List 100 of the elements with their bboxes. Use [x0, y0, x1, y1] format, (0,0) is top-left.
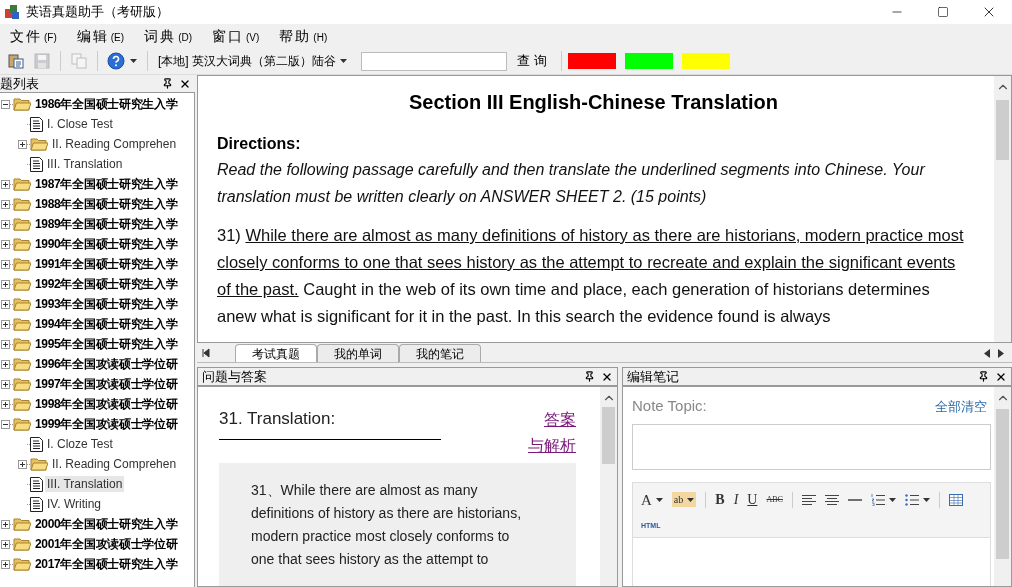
tree-item[interactable]: 1994年全国硕士研究生入学 [33, 316, 180, 332]
strikethrough-button[interactable]: ABC [766, 493, 783, 506]
expand-toggle[interactable] [1, 179, 10, 189]
expand-toggle[interactable] [1, 399, 10, 409]
tree-item[interactable]: 1996年全国攻读硕士学位研 [33, 356, 180, 372]
tree-item[interactable]: 2001年全国攻读硕士学位研 [33, 536, 180, 552]
table-icon[interactable] [948, 493, 963, 506]
tab[interactable]: 我的笔记 [399, 344, 481, 362]
tree-item[interactable]: 1999年全国攻读硕士学位研 [33, 416, 180, 432]
align-left-icon[interactable] [801, 494, 816, 505]
answer-line: 31. Translation: [219, 407, 441, 440]
horizontal-rule-icon[interactable] [847, 498, 862, 501]
tree-item[interactable]: 1991年全国硕士研究生入学 [33, 256, 180, 272]
tree-item[interactable]: I. Close Test [45, 116, 115, 132]
next-icon[interactable] [998, 349, 1004, 358]
menu-item[interactable]: 帮助(H) [277, 25, 330, 47]
menu-item[interactable]: 词典(D) [142, 25, 194, 47]
pin-icon[interactable] [162, 78, 173, 89]
search-button[interactable]: 查 询 [509, 51, 555, 71]
bold-button[interactable]: B [715, 489, 725, 511]
clear-all-link[interactable]: 全部清空 [935, 396, 987, 416]
tree-item[interactable]: 1988年全国硕士研究生入学 [33, 196, 180, 212]
tab[interactable]: 我的单词 [317, 344, 399, 362]
numbered-list-icon[interactable] [870, 493, 896, 506]
note-topic-field[interactable] [632, 423, 991, 470]
tree-item[interactable]: 1993年全国硕士研究生入学 [33, 296, 180, 312]
scroll-thumb[interactable] [602, 407, 615, 464]
dropdown-caret-icon [888, 497, 896, 502]
pin-icon[interactable] [584, 371, 595, 382]
expand-toggle[interactable] [1, 199, 10, 209]
expand-toggle[interactable] [1, 219, 10, 229]
highlight-swatch[interactable] [567, 53, 616, 69]
note-topic-label: Note Topic: [632, 396, 707, 416]
maximize-icon[interactable] [937, 6, 949, 18]
pin-icon[interactable] [978, 371, 989, 382]
expand-toggle[interactable] [1, 259, 10, 269]
expand-toggle[interactable] [1, 299, 10, 309]
scroll-thumb[interactable] [996, 409, 1009, 559]
tree-item[interactable]: 2017年全国硕士研究生入学 [33, 556, 180, 572]
search-field[interactable] [361, 51, 507, 71]
tree-item[interactable]: 1998年全国攻读硕士学位研 [33, 396, 180, 412]
tree-item[interactable]: 1990年全国硕士研究生入学 [33, 236, 180, 252]
caret-icon [687, 497, 695, 502]
scroll-thumb[interactable] [996, 100, 1009, 160]
panel-title: 问题与答案 [202, 368, 267, 385]
excerpt-text: 31、While there are almost as many definitions of history as there are historians, modern practice most closely conforms to one that sees history as the attempt to [251, 481, 523, 569]
tree-item[interactable]: II. Reading Comprehen [50, 136, 179, 152]
tree-item[interactable]: IV. Writing [45, 496, 104, 512]
bullet-list-icon[interactable] [904, 493, 930, 506]
tree-item[interactable]: 1987年全国硕士研究生入学 [33, 176, 180, 192]
expand-toggle[interactable] [1, 339, 10, 349]
tree-item[interactable]: III. Translation [45, 156, 125, 172]
tree-item[interactable]: 1997年全国攻读硕士学位研 [33, 376, 180, 392]
first-page-icon[interactable] [201, 348, 211, 358]
dropdown-caret-icon [922, 497, 930, 502]
italic-button[interactable]: I [733, 489, 739, 511]
dictionary-dropdown[interactable]: [本地] 英汉大词典（第二版）陆谷 [158, 52, 351, 70]
tree-item[interactable]: 1992年全国硕士研究生入学 [33, 276, 180, 292]
expand-toggle[interactable] [18, 139, 27, 149]
expand-toggle[interactable] [1, 539, 10, 549]
expand-toggle[interactable] [1, 239, 10, 249]
folder-icon [30, 137, 48, 151]
expand-toggle[interactable] [18, 459, 27, 469]
expand-toggle[interactable] [1, 559, 10, 569]
panel-title: 题列表 [0, 75, 39, 92]
collapse-toggle[interactable] [1, 99, 10, 109]
expand-toggle[interactable] [1, 519, 10, 529]
menu-item[interactable]: 文件(F) [8, 25, 59, 47]
expand-toggle[interactable] [1, 379, 10, 389]
passage-text: 31) While there are almost as many definitions of history as there are historians, modern practice most closely conforms to one that sees history as the attempt to recreate and explain the significant events of the past. Caught in the web of its own time and place, each generation of historians determines anew what is significant for it in the past. In this search the evidence found is always [217, 225, 965, 327]
font-color-button[interactable]: A [641, 488, 663, 511]
document-icon [30, 116, 43, 132]
tab[interactable]: 考试真题 [235, 344, 317, 362]
folder-icon [30, 457, 48, 471]
tree-item[interactable]: I. Cloze Test [45, 436, 115, 452]
expand-toggle[interactable] [1, 359, 10, 369]
menu-item[interactable]: 编辑(E) [74, 25, 127, 47]
tree-item[interactable]: II. Reading Comprehen [50, 456, 179, 472]
highlight-button[interactable]: ab [671, 492, 697, 508]
tree-item[interactable]: 1986年全国硕士研究生入学 [33, 96, 180, 112]
underline-button[interactable]: U [747, 489, 758, 511]
folder-icon [13, 237, 31, 251]
help-icon[interactable] [104, 49, 128, 73]
expand-toggle[interactable] [1, 319, 10, 329]
collapse-toggle[interactable] [1, 419, 10, 429]
tree-item[interactable]: 1995年全国硕士研究生入学 [33, 336, 180, 352]
highlight-swatch[interactable] [624, 53, 673, 69]
menu-item[interactable]: 窗口(V) [210, 25, 262, 47]
folder-icon [13, 417, 31, 431]
align-center-icon[interactable] [824, 494, 839, 505]
highlight-swatch[interactable] [681, 53, 730, 69]
scrollbar[interactable] [994, 387, 1011, 586]
scrollbar[interactable] [600, 387, 617, 586]
scrollbar[interactable] [994, 76, 1011, 342]
tree-item[interactable]: 1989年全国硕士研究生入学 [33, 216, 180, 232]
app-icon [4, 4, 20, 20]
expand-toggle[interactable] [1, 279, 10, 289]
tree-item[interactable]: 2000年全国硕士研究生入学 [33, 516, 180, 532]
previous-icon[interactable] [984, 349, 990, 358]
tree-item[interactable]: III. Translation [45, 476, 125, 492]
